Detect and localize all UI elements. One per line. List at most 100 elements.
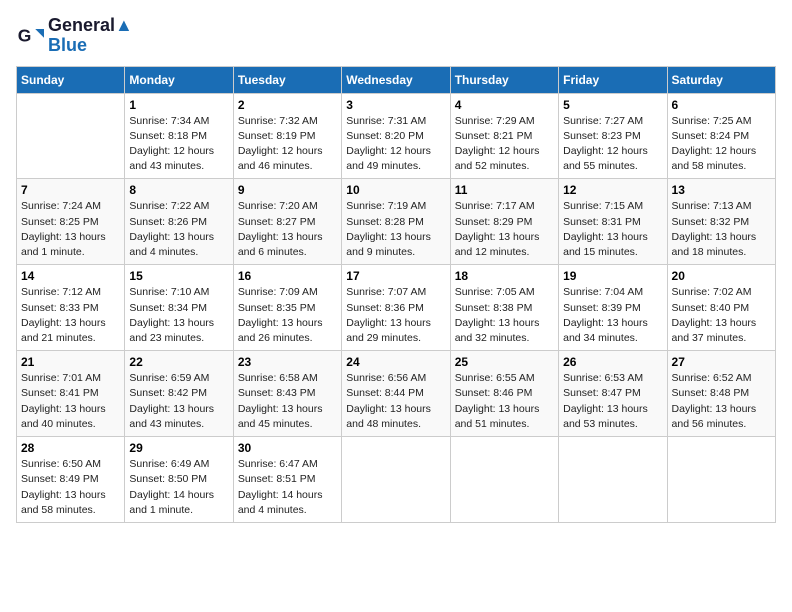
day-info: Sunrise: 7:04 AM Sunset: 8:39 PM Dayligh…: [563, 285, 662, 346]
day-number: 5: [563, 98, 662, 112]
day-number: 27: [672, 355, 771, 369]
calendar-cell: 6 Sunrise: 7:25 AM Sunset: 8:24 PM Daylig…: [667, 93, 775, 179]
day-number: 14: [21, 269, 120, 283]
header-thursday: Thursday: [450, 66, 558, 93]
day-info: Sunrise: 6:50 AM Sunset: 8:49 PM Dayligh…: [21, 457, 120, 518]
day-number: 30: [238, 441, 337, 455]
header-sunday: Sunday: [17, 66, 125, 93]
header-tuesday: Tuesday: [233, 66, 341, 93]
day-info: Sunrise: 7:15 AM Sunset: 8:31 PM Dayligh…: [563, 199, 662, 260]
calendar-cell: 29 Sunrise: 6:49 AM Sunset: 8:50 PM Dayli…: [125, 437, 233, 523]
calendar-cell: 24Sunrise: 6:56 AM Sunset: 8:44 PM Dayli…: [342, 351, 450, 437]
calendar-week-2: 7Sunrise: 7:24 AM Sunset: 8:25 PM Daylig…: [17, 179, 776, 265]
day-info: Sunrise: 7:27 AM Sunset: 8:23 PM Dayligh…: [563, 114, 662, 175]
day-number: 4: [455, 98, 554, 112]
calendar-cell: 15 Sunrise: 7:10 AM Sunset: 8:34 PM Dayli…: [125, 265, 233, 351]
day-number: 19: [563, 269, 662, 283]
day-number: 8: [129, 183, 228, 197]
day-number: 7: [21, 183, 120, 197]
day-number: 29: [129, 441, 228, 455]
calendar-cell: 25 Sunrise: 6:55 AM Sunset: 8:46 PM Dayli…: [450, 351, 558, 437]
calendar-cell: 5 Sunrise: 7:27 AM Sunset: 8:23 PM Daylig…: [559, 93, 667, 179]
day-info: Sunrise: 7:22 AM Sunset: 8:26 PM Dayligh…: [129, 199, 228, 260]
day-number: 15: [129, 269, 228, 283]
day-info: Sunrise: 6:53 AM Sunset: 8:47 PM Dayligh…: [563, 371, 662, 432]
calendar-cell: 22 Sunrise: 6:59 AM Sunset: 8:42 PM Dayli…: [125, 351, 233, 437]
calendar-cell: 20 Sunrise: 7:02 AM Sunset: 8:40 PM Dayli…: [667, 265, 775, 351]
calendar-cell: [342, 437, 450, 523]
calendar-week-5: 28 Sunrise: 6:50 AM Sunset: 8:49 PM Dayli…: [17, 437, 776, 523]
calendar-cell: 7Sunrise: 7:24 AM Sunset: 8:25 PM Daylig…: [17, 179, 125, 265]
day-info: Sunrise: 7:20 AM Sunset: 8:27 PM Dayligh…: [238, 199, 337, 260]
calendar-cell: 26 Sunrise: 6:53 AM Sunset: 8:47 PM Dayli…: [559, 351, 667, 437]
calendar-week-3: 14Sunrise: 7:12 AM Sunset: 8:33 PM Dayli…: [17, 265, 776, 351]
calendar-body: 1 Sunrise: 7:34 AM Sunset: 8:18 PM Daylig…: [17, 93, 776, 522]
day-number: 20: [672, 269, 771, 283]
day-info: Sunrise: 6:58 AM Sunset: 8:43 PM Dayligh…: [238, 371, 337, 432]
day-number: 16: [238, 269, 337, 283]
calendar-cell: 9 Sunrise: 7:20 AM Sunset: 8:27 PM Daylig…: [233, 179, 341, 265]
header-saturday: Saturday: [667, 66, 775, 93]
day-number: 22: [129, 355, 228, 369]
day-number: 26: [563, 355, 662, 369]
calendar-cell: 17Sunrise: 7:07 AM Sunset: 8:36 PM Dayli…: [342, 265, 450, 351]
page-header: G General▲ Blue: [16, 16, 776, 56]
day-info: Sunrise: 7:09 AM Sunset: 8:35 PM Dayligh…: [238, 285, 337, 346]
day-number: 13: [672, 183, 771, 197]
day-number: 11: [455, 183, 554, 197]
day-info: Sunrise: 7:32 AM Sunset: 8:19 PM Dayligh…: [238, 114, 337, 175]
day-info: Sunrise: 6:56 AM Sunset: 8:44 PM Dayligh…: [346, 371, 445, 432]
day-number: 12: [563, 183, 662, 197]
day-number: 2: [238, 98, 337, 112]
calendar-cell: 13 Sunrise: 7:13 AM Sunset: 8:32 PM Dayli…: [667, 179, 775, 265]
calendar-cell: 1 Sunrise: 7:34 AM Sunset: 8:18 PM Daylig…: [125, 93, 233, 179]
day-info: Sunrise: 7:25 AM Sunset: 8:24 PM Dayligh…: [672, 114, 771, 175]
header-friday: Friday: [559, 66, 667, 93]
day-info: Sunrise: 7:19 AM Sunset: 8:28 PM Dayligh…: [346, 199, 445, 260]
calendar-cell: 10 Sunrise: 7:19 AM Sunset: 8:28 PM Dayli…: [342, 179, 450, 265]
calendar-cell: 21 Sunrise: 7:01 AM Sunset: 8:41 PM Dayli…: [17, 351, 125, 437]
logo: G General▲ Blue: [16, 16, 133, 56]
day-number: 10: [346, 183, 445, 197]
calendar-cell: 23Sunrise: 6:58 AM Sunset: 8:43 PM Dayli…: [233, 351, 341, 437]
day-number: 25: [455, 355, 554, 369]
day-number: 1: [129, 98, 228, 112]
logo-text: General▲ Blue: [48, 16, 133, 56]
calendar-header: SundayMondayTuesdayWednesdayThursdayFrid…: [17, 66, 776, 93]
calendar-cell: [559, 437, 667, 523]
day-number: 6: [672, 98, 771, 112]
calendar-cell: 28 Sunrise: 6:50 AM Sunset: 8:49 PM Dayli…: [17, 437, 125, 523]
day-info: Sunrise: 6:47 AM Sunset: 8:51 PM Dayligh…: [238, 457, 337, 518]
calendar-cell: [450, 437, 558, 523]
day-number: 17: [346, 269, 445, 283]
day-info: Sunrise: 7:17 AM Sunset: 8:29 PM Dayligh…: [455, 199, 554, 260]
day-info: Sunrise: 7:34 AM Sunset: 8:18 PM Dayligh…: [129, 114, 228, 175]
calendar-cell: 3Sunrise: 7:31 AM Sunset: 8:20 PM Daylig…: [342, 93, 450, 179]
calendar-table: SundayMondayTuesdayWednesdayThursdayFrid…: [16, 66, 776, 523]
day-info: Sunrise: 6:55 AM Sunset: 8:46 PM Dayligh…: [455, 371, 554, 432]
calendar-cell: 2 Sunrise: 7:32 AM Sunset: 8:19 PM Daylig…: [233, 93, 341, 179]
day-number: 28: [21, 441, 120, 455]
day-info: Sunrise: 7:02 AM Sunset: 8:40 PM Dayligh…: [672, 285, 771, 346]
day-info: Sunrise: 7:10 AM Sunset: 8:34 PM Dayligh…: [129, 285, 228, 346]
calendar-cell: 14Sunrise: 7:12 AM Sunset: 8:33 PM Dayli…: [17, 265, 125, 351]
svg-text:G: G: [18, 25, 32, 45]
day-info: Sunrise: 7:01 AM Sunset: 8:41 PM Dayligh…: [21, 371, 120, 432]
day-number: 21: [21, 355, 120, 369]
day-number: 9: [238, 183, 337, 197]
calendar-week-1: 1 Sunrise: 7:34 AM Sunset: 8:18 PM Daylig…: [17, 93, 776, 179]
calendar-cell: 4 Sunrise: 7:29 AM Sunset: 8:21 PM Daylig…: [450, 93, 558, 179]
calendar-cell: 30 Sunrise: 6:47 AM Sunset: 8:51 PM Dayli…: [233, 437, 341, 523]
calendar-cell: 16 Sunrise: 7:09 AM Sunset: 8:35 PM Dayli…: [233, 265, 341, 351]
header-monday: Monday: [125, 66, 233, 93]
day-info: Sunrise: 6:52 AM Sunset: 8:48 PM Dayligh…: [672, 371, 771, 432]
day-info: Sunrise: 7:29 AM Sunset: 8:21 PM Dayligh…: [455, 114, 554, 175]
calendar-cell: 11 Sunrise: 7:17 AM Sunset: 8:29 PM Dayli…: [450, 179, 558, 265]
day-info: Sunrise: 6:49 AM Sunset: 8:50 PM Dayligh…: [129, 457, 228, 518]
day-info: Sunrise: 7:31 AM Sunset: 8:20 PM Dayligh…: [346, 114, 445, 175]
calendar-cell: 12 Sunrise: 7:15 AM Sunset: 8:31 PM Dayli…: [559, 179, 667, 265]
calendar-cell: 8 Sunrise: 7:22 AM Sunset: 8:26 PM Daylig…: [125, 179, 233, 265]
calendar-cell: 19 Sunrise: 7:04 AM Sunset: 8:39 PM Dayli…: [559, 265, 667, 351]
day-info: Sunrise: 6:59 AM Sunset: 8:42 PM Dayligh…: [129, 371, 228, 432]
day-info: Sunrise: 7:13 AM Sunset: 8:32 PM Dayligh…: [672, 199, 771, 260]
